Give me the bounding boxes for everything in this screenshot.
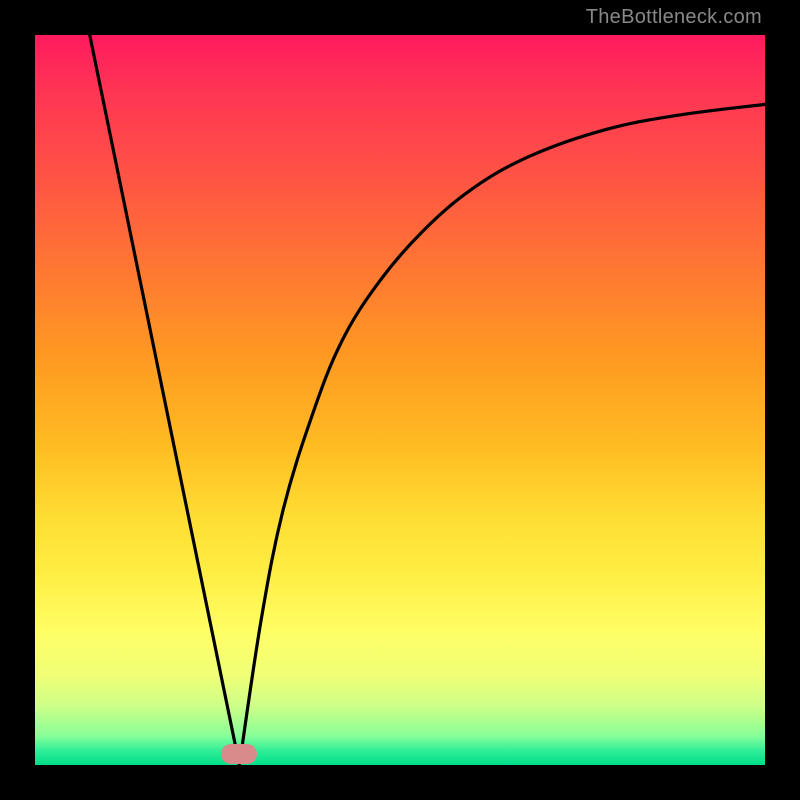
plot-area bbox=[35, 35, 765, 765]
watermark-text: TheBottleneck.com bbox=[586, 6, 762, 29]
chart-frame: TheBottleneck.com bbox=[0, 0, 800, 800]
optimum-marker bbox=[221, 744, 257, 764]
bottleneck-curve bbox=[35, 35, 765, 765]
